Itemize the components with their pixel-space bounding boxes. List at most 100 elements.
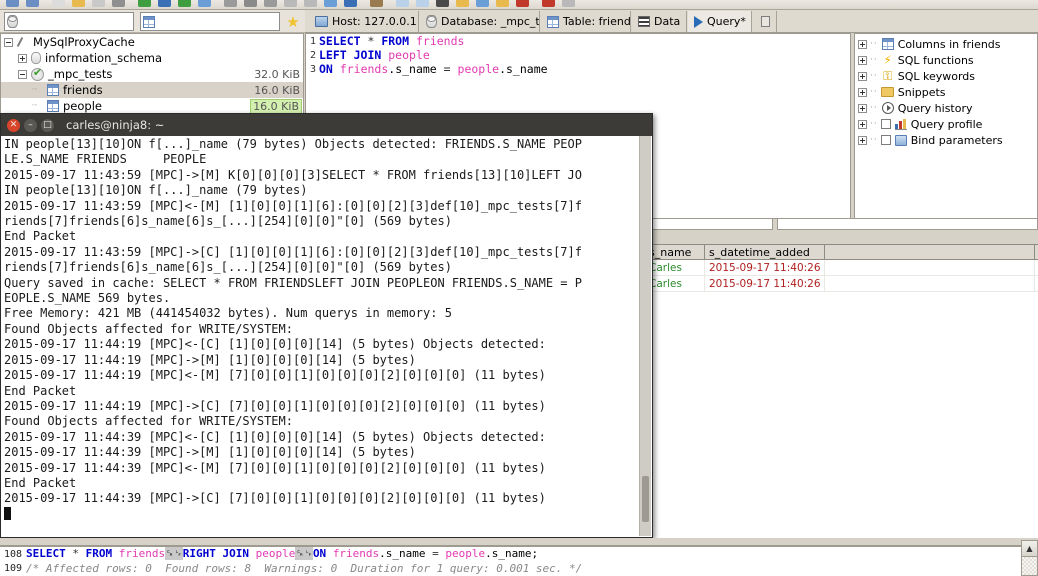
delete-icon[interactable] <box>304 0 317 7</box>
results-cell-s-name[interactable]: Carles <box>645 260 705 275</box>
results-grid[interactable]: s_name s_datetime_added Carles 2015-09-17 … <box>645 244 1038 539</box>
paste-icon[interactable] <box>92 0 105 7</box>
trash-icon[interactable] <box>284 0 297 7</box>
table-filter-input[interactable] <box>140 12 280 31</box>
copy-icon[interactable] <box>72 0 85 7</box>
expand-icon[interactable] <box>858 87 867 97</box>
table-icon <box>547 15 559 28</box>
query-log-line-number: 109 <box>3 562 22 574</box>
expand-icon[interactable] <box>858 71 867 81</box>
expand-icon[interactable] <box>858 135 867 145</box>
new-query-tab-button[interactable] <box>755 11 777 32</box>
collapse-icon[interactable] <box>18 69 27 79</box>
results-column-header[interactable]: s_datetime_added <box>705 245 825 259</box>
tab-data[interactable]: Data <box>632 11 687 32</box>
object-browser[interactable]: ·· Columns in friends ·· ⚡ SQL functions ·· ⚿ S… <box>854 33 1038 219</box>
exit-icon[interactable] <box>562 0 575 7</box>
maximize-icon[interactable]: □ <box>41 118 54 132</box>
database-filter-input[interactable] <box>4 12 134 31</box>
main-toolbar[interactable] <box>0 0 1038 10</box>
sort-icon[interactable] <box>244 0 257 7</box>
results-cell-s-datetime-added[interactable]: 2015-09-17 11:40:26 <box>705 260 825 275</box>
terminal-output[interactable]: IN people[13][10]ON f[...]_name (79 byte… <box>1 136 652 537</box>
window-icon[interactable] <box>496 0 509 7</box>
index-icon[interactable] <box>476 0 489 7</box>
expand-icon[interactable] <box>858 55 867 65</box>
results-cell-s-datetime-added[interactable]: 2015-09-17 11:40:26 <box>705 276 825 291</box>
open-icon[interactable] <box>6 0 19 7</box>
excel-icon[interactable] <box>516 0 529 7</box>
tree-item-mpc-tests[interactable]: _mpc_tests 32.0 KiB <box>1 66 303 82</box>
editor-line[interactable]: 1 SELECT * FROM friends <box>306 34 850 48</box>
collapse-icon[interactable] <box>4 37 13 47</box>
results-grid-body[interactable]: Carles 2015-09-17 11:40:26 Carles 2015-09-1… <box>645 260 1038 292</box>
tab-host-127-0-0-1[interactable]: Host: 127.0.0.1 <box>309 11 419 32</box>
results-cell-empty[interactable] <box>825 276 1035 291</box>
export-icon[interactable] <box>178 0 191 7</box>
terminal-titlebar[interactable]: ✕ – □ carles@ninja8: ~ <box>1 114 652 136</box>
new-icon[interactable] <box>52 0 65 7</box>
scrollbar-track[interactable] <box>1021 557 1038 576</box>
editor-line-number: 2 <box>309 49 316 61</box>
new-document-icon <box>761 16 770 27</box>
tab-table-friends[interactable]: Table: friends <box>541 11 631 32</box>
object-item-query-history[interactable]: ·· Query history <box>858 100 1037 116</box>
object-item-columns-in-friends[interactable]: ·· Columns in friends <box>858 36 1037 52</box>
checkbox[interactable] <box>880 135 891 145</box>
minimize-icon[interactable]: – <box>24 118 37 132</box>
object-item-query-profile[interactable]: ·· Query profile <box>858 116 1037 132</box>
results-row[interactable]: Carles 2015-09-17 11:40:26 <box>645 260 1038 276</box>
import-icon[interactable] <box>198 0 211 7</box>
save-icon[interactable] <box>26 0 39 7</box>
checkbox[interactable] <box>880 119 891 129</box>
editor-line[interactable]: 3 ON friends.s_name = people.s_name <box>306 62 850 76</box>
terminal-window[interactable]: ✕ – □ carles@ninja8: ~ IN people[13][10]… <box>0 113 653 538</box>
help-icon[interactable] <box>542 0 555 7</box>
bookmark-star-icon[interactable]: ★ <box>284 13 302 31</box>
tab-query[interactable]: Query* <box>688 11 752 32</box>
grid-icon[interactable] <box>396 0 409 7</box>
filter-icon[interactable] <box>264 0 277 7</box>
application-window: ★ Host: 127.0.0.1 Database: _mpc_tests Tab… <box>0 0 1038 576</box>
expand-icon[interactable] <box>858 119 867 129</box>
table-icon[interactable] <box>416 0 429 7</box>
results-subfield-a <box>645 218 773 230</box>
close-icon[interactable]: ✕ <box>7 118 20 132</box>
object-item-snippets[interactable]: ·· Snippets <box>858 84 1037 100</box>
database-tree[interactable]: MySqlProxyCacheinformation_schema_mpc_te… <box>0 33 304 116</box>
scroll-up-button[interactable]: ▲ <box>1021 540 1038 557</box>
tree-item-mysqlproxycache[interactable]: MySqlProxyCache <box>1 34 303 50</box>
terminal-scrollbar-thumb[interactable] <box>642 476 649 522</box>
print-icon[interactable] <box>112 0 125 7</box>
wand-icon[interactable] <box>324 0 337 7</box>
object-item-sql-keywords[interactable]: ·· ⚿ SQL keywords <box>858 68 1037 84</box>
data-icon <box>638 16 650 27</box>
expand-icon[interactable] <box>18 53 27 63</box>
results-cell-s-name[interactable]: Carles <box>645 276 705 291</box>
results-row[interactable]: Carles 2015-09-17 11:40:26 <box>645 276 1038 292</box>
results-cell-empty[interactable] <box>825 260 1035 275</box>
editor-line[interactable]: 2 LEFT JOIN people <box>306 48 850 62</box>
run-icon[interactable] <box>344 0 357 7</box>
refresh-icon[interactable] <box>138 0 151 7</box>
columns-icon[interactable] <box>436 0 449 7</box>
query-log-line[interactable]: 109 /* Affected rows: 0 Found rows: 8 War… <box>0 561 1038 575</box>
tree-item-information-schema[interactable]: information_schema <box>1 50 303 66</box>
object-item-sql-functions[interactable]: ·· ⚡ SQL functions <box>858 52 1037 68</box>
link-icon[interactable] <box>370 0 383 7</box>
db-icon[interactable] <box>158 0 171 7</box>
expand-icon[interactable] <box>858 39 867 49</box>
terminal-scrollbar[interactable] <box>639 136 651 536</box>
query-log[interactable]: 108 SELECT * FROM friends␍␊RIGHT JOIN peo… <box>0 545 1038 576</box>
results-column-header[interactable]: s_name <box>645 245 705 259</box>
clock-icon[interactable] <box>224 0 237 7</box>
tab-database-mpc-tests[interactable]: Database: _mpc_tests <box>420 11 540 32</box>
query-log-line[interactable]: 108 SELECT * FROM friends␍␊RIGHT JOIN peo… <box>0 547 1038 561</box>
expand-icon[interactable] <box>858 103 867 113</box>
results-column-header[interactable] <box>825 245 1035 259</box>
tree-item-people[interactable]: ┈ people 16.0 KiB <box>1 98 303 114</box>
terminal-line: End Packet <box>4 475 77 490</box>
key-icon[interactable] <box>456 0 469 7</box>
object-item-bind-parameters[interactable]: ·· Bind parameters <box>858 132 1037 148</box>
tree-item-friends[interactable]: ┈ friends 16.0 KiB <box>1 82 303 98</box>
